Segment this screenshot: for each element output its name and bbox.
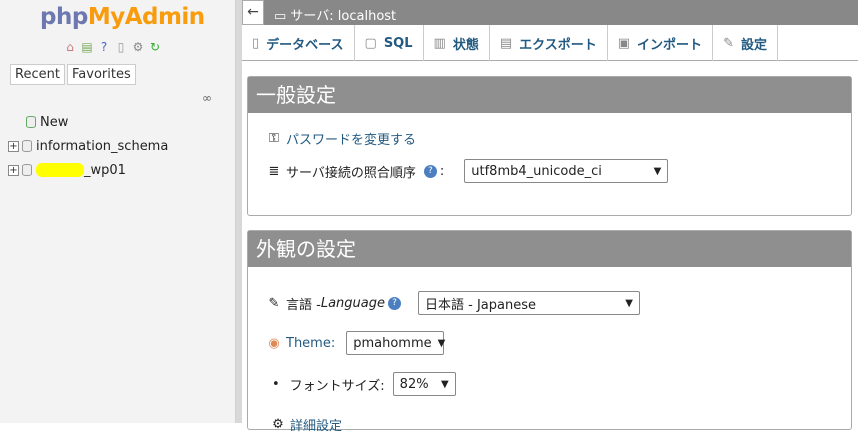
tree-new[interactable]: New	[8, 110, 168, 134]
link-icon[interactable]: ∞	[202, 91, 212, 105]
chevron-down-icon: ▼	[437, 337, 446, 349]
language-select[interactable]: 日本語 - Japanese ▼	[417, 291, 640, 315]
breadcrumb-bar: ← ▭ サーバ: localhost	[242, 0, 858, 25]
panel-title: 一般設定	[248, 77, 851, 113]
chevron-down-icon: ▼	[625, 297, 633, 309]
help-icon[interactable]: ?	[423, 164, 437, 178]
menu-sql[interactable]: ▢ SQL	[355, 25, 424, 61]
exit-icon[interactable]: ▤	[80, 40, 94, 54]
theme-link[interactable]: Theme:	[286, 336, 335, 351]
menu-import[interactable]: ▣ インポート	[608, 25, 714, 61]
more-settings-link[interactable]: 詳細設定	[290, 415, 342, 434]
panel-title: 外観の設定	[248, 231, 851, 267]
import-icon: ▣	[617, 35, 631, 51]
server-icon: ▭	[274, 9, 291, 24]
menu-databases[interactable]: ▯ データベース	[242, 25, 355, 61]
help-icon[interactable]: ?	[97, 40, 111, 54]
server-breadcrumb[interactable]: ▭ サーバ: localhost	[274, 5, 396, 24]
database-icon	[22, 164, 32, 176]
favorites-tab[interactable]: Favorites	[67, 64, 136, 85]
docs-icon[interactable]: ▯	[114, 40, 128, 54]
menu-settings[interactable]: ✎ 設定	[713, 25, 778, 61]
panel-divider[interactable]	[236, 0, 242, 423]
redacted-mark	[36, 163, 84, 177]
wrench-icon: ✎	[723, 35, 734, 51]
expand-icon[interactable]: +	[8, 140, 19, 152]
theme-row: ◉ Theme: pmahomme ▼	[266, 331, 446, 355]
language-row: ✎ 言語 - Language ? 日本語 - Japanese ▼	[266, 291, 640, 315]
navigation-panel: phpMyAdmin ⌂ ▤ ? ▯ ⚙ ↻ Recent Favorites …	[0, 0, 236, 423]
top-menu: ▯ データベース ▢ SQL ▥ 状態 ▤ エクスポート ▣ インポート ✎ 設定	[242, 25, 858, 61]
sql-icon: ▢	[364, 35, 377, 51]
change-password-row: ⚿ パスワードを変更する	[266, 129, 416, 148]
settings-icon: ⚙	[272, 417, 284, 432]
menu-status[interactable]: ▥ 状態	[424, 25, 490, 61]
menu-export[interactable]: ▤ エクスポート	[490, 25, 608, 61]
collation-row: ≣ サーバ接続の照合順序 ?: utf8mb4_unicode_ci ▼	[266, 159, 669, 183]
status-icon: ▥	[433, 35, 446, 51]
collapse-nav-button[interactable]: ←	[242, 0, 264, 25]
database-tree: New + information_schema + _wp01	[8, 110, 168, 182]
appearance-panel: 外観の設定 ✎ 言語 - Language ? 日本語 - Japanese ▼ …	[247, 230, 852, 434]
change-password-link[interactable]: パスワードを変更する	[286, 129, 416, 148]
phpmyadmin-logo[interactable]: phpMyAdmin	[40, 4, 205, 30]
database-icon: ▯	[252, 35, 260, 51]
theme-select[interactable]: pmahomme ▼	[346, 331, 446, 355]
settings-icon[interactable]: ⚙	[131, 40, 145, 54]
palette-icon: ◉	[268, 335, 280, 351]
key-icon: ⚿	[269, 131, 279, 146]
more-settings-row: ⚙ 詳細設定	[270, 415, 342, 434]
font-size-row: • フォントサイズ: 82% ▼	[272, 372, 456, 396]
nav-icons: ⌂ ▤ ? ▯ ⚙ ↻	[63, 40, 162, 54]
reload-icon[interactable]: ↻	[148, 40, 162, 54]
tree-db-wp01[interactable]: + _wp01	[8, 158, 168, 182]
general-settings-panel: 一般設定 ⚿ パスワードを変更する ≣ サーバ接続の照合順序 ?: utf8mb…	[247, 76, 852, 216]
recent-tab[interactable]: Recent	[10, 64, 65, 85]
chevron-down-icon: ▼	[653, 165, 662, 177]
list-icon: ≣	[268, 163, 280, 179]
language-icon: ✎	[268, 295, 280, 311]
help-icon[interactable]: ?	[387, 296, 401, 310]
font-size-select[interactable]: 82% ▼	[392, 372, 456, 396]
chevron-down-icon: ▼	[440, 378, 449, 390]
export-icon: ▤	[499, 35, 513, 51]
tree-db-information-schema[interactable]: + information_schema	[8, 134, 168, 158]
expand-icon[interactable]: +	[8, 164, 19, 176]
home-icon[interactable]: ⌂	[63, 40, 77, 54]
collation-select[interactable]: utf8mb4_unicode_ci ▼	[464, 159, 669, 183]
new-db-icon	[26, 116, 36, 128]
bullet: •	[272, 376, 280, 392]
database-icon	[22, 140, 32, 152]
